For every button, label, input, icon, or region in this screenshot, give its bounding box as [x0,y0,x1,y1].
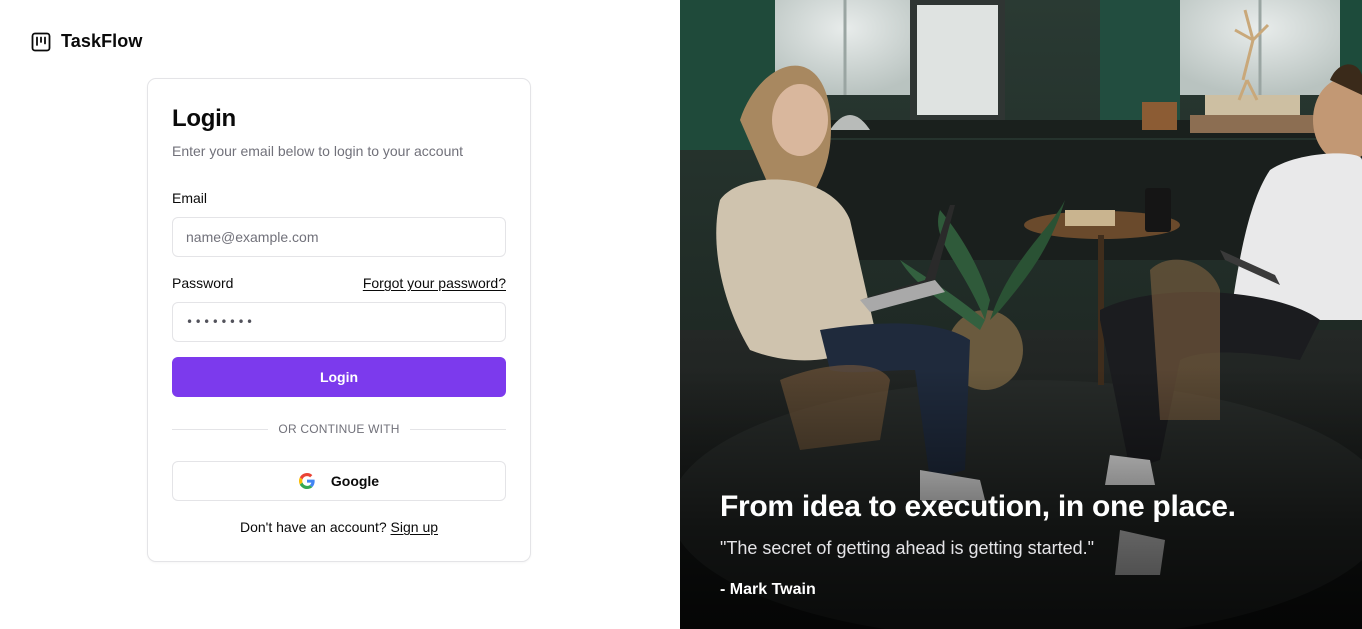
divider-text: OR CONTINUE WITH [278,422,400,436]
card-subtitle: Enter your email below to login to your … [172,143,464,159]
card-title: Login [172,105,236,132]
hero-heading: From idea to execution, in one place. [720,490,1236,523]
divider-line-right [409,428,507,430]
divider: OR CONTINUE WITH [172,421,507,437]
signup-row: Don't have an account? Sign up [148,519,530,535]
signup-prompt: Don't have an account? [239,519,387,535]
brand[interactable]: TaskFlow [31,31,142,52]
password-label: Password [172,275,234,291]
divider-line-left [172,428,269,430]
hero-quote: "The secret of getting ahead is getting … [720,538,1095,558]
kanban-board-icon [31,32,51,52]
signup-link[interactable]: Sign up [391,519,438,535]
forgot-password-link[interactable]: Forgot your password? [363,275,506,291]
hero-pane: From idea to execution, in one place. "T… [680,0,1362,629]
email-label: Email [172,190,208,206]
password-field[interactable] [172,302,506,342]
login-pane: TaskFlow Login Enter your email below to… [0,0,680,629]
brand-name: TaskFlow [61,31,143,51]
login-button[interactable]: Login [172,357,506,397]
email-field[interactable] [172,217,506,257]
login-card: Login Enter your email below to login to… [147,78,531,562]
google-button-label: Google [330,473,380,489]
hero-author: - Mark Twain [720,581,816,598]
google-login-button[interactable]: Google [172,461,506,501]
google-g-icon [298,473,315,489]
